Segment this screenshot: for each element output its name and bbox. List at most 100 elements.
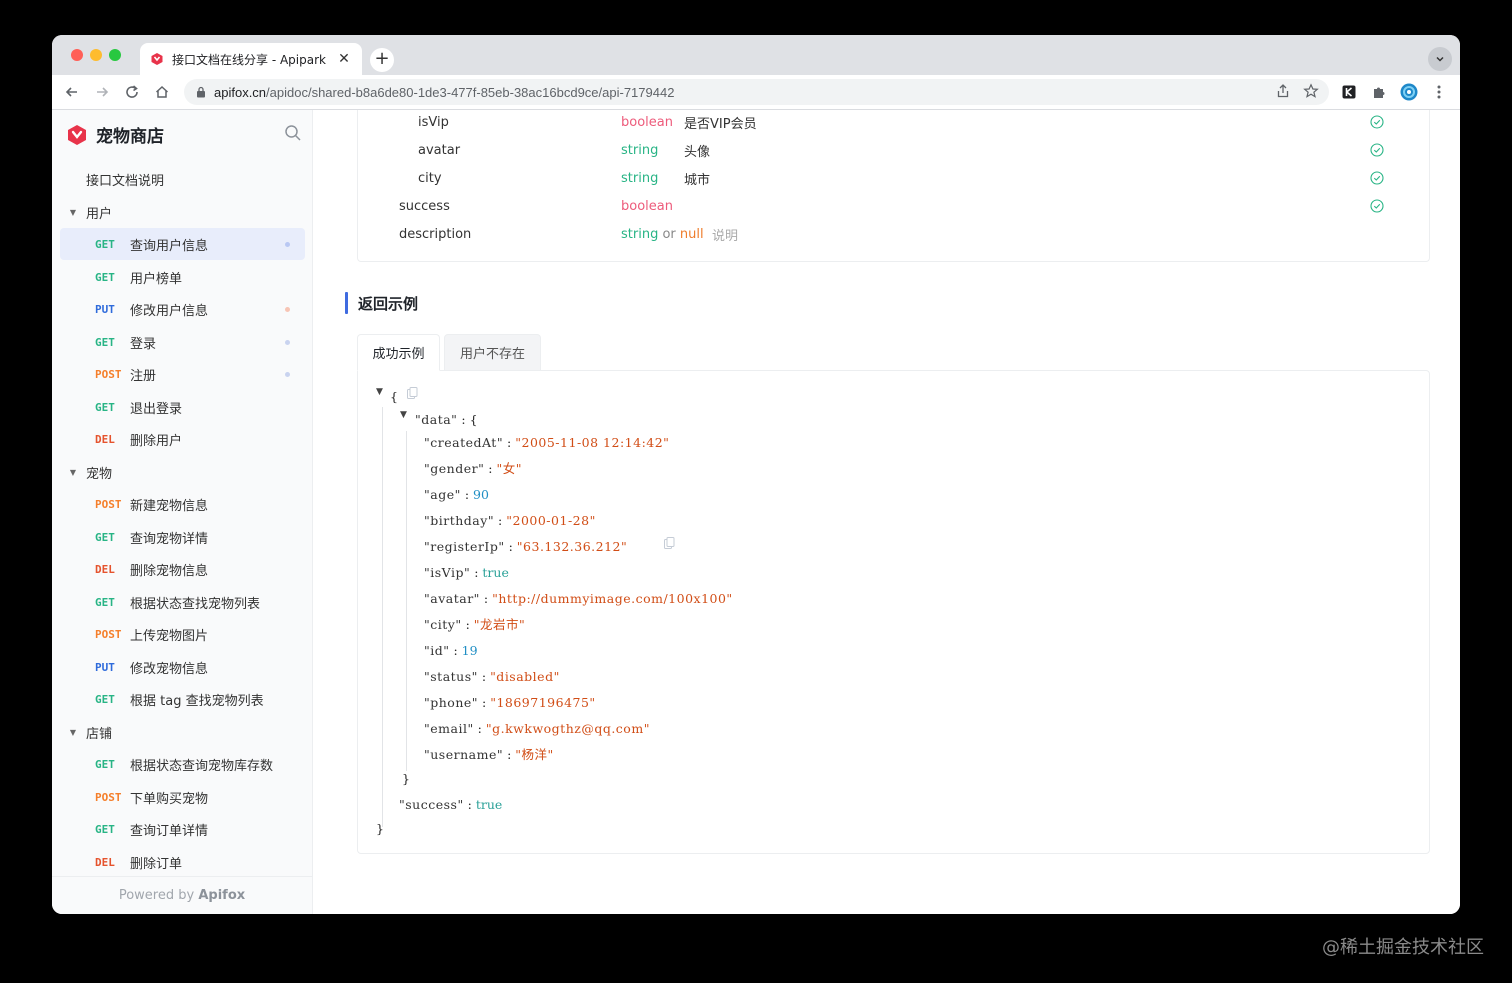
json-value: true (475, 797, 503, 812)
sidebar-item[interactable]: POST 上传宠物图片 (60, 618, 305, 650)
sidebar-item[interactable]: GET 退出登录 (60, 391, 305, 423)
method-badge: DEL (95, 562, 115, 576)
arrow-left-icon (65, 87, 77, 97)
tab-title: 接口文档在线分享 - Apipark (172, 52, 326, 67)
sidebar-doc-link[interactable]: 接口文档说明 (86, 165, 164, 193)
json-line: "email" : "g.kwkwogthz@qq.com" (424, 721, 650, 736)
project-brand[interactable]: 宠物商店 (66, 122, 164, 147)
sidebar-item[interactable]: GET 根据状态查询宠物库存数 (60, 748, 305, 780)
item-label: 查询订单详情 (130, 823, 209, 839)
json-line: "age" : 90 (424, 487, 489, 502)
indent-guide (382, 407, 383, 827)
close-window-button[interactable] (71, 49, 83, 61)
reload-button[interactable] (122, 82, 142, 102)
apifox-logo-icon (68, 124, 86, 145)
extension-button[interactable] (1340, 83, 1358, 101)
method-badge: DEL (95, 432, 115, 446)
copy-icon[interactable] (664, 537, 675, 549)
type-null: null (679, 226, 704, 242)
sidebar-item[interactable]: DEL 删除宠物信息 (60, 553, 305, 585)
extensions-menu-button[interactable] (1370, 83, 1388, 101)
json-line-data: "data" : { (415, 412, 478, 427)
maximize-window-button[interactable] (109, 49, 121, 61)
item-label: 查询用户信息 (130, 238, 209, 254)
sidebar-item[interactable]: DEL 删除用户 (60, 423, 305, 455)
json-value: "杨洋" (515, 747, 554, 762)
kebab-menu-icon (1437, 85, 1441, 99)
method-badge: GET (95, 822, 115, 836)
caret-down-icon: ▼ (69, 207, 77, 217)
sidebar-item[interactable]: POST 新建宠物信息 (60, 488, 305, 520)
response-example-heading: 返回示例 (345, 292, 418, 314)
sidebar-item[interactable]: GET 根据状态查找宠物列表 (60, 586, 305, 618)
item-label: 新建宠物信息 (130, 498, 209, 514)
sidebar-item[interactable]: PUT 修改宠物信息 (60, 651, 305, 683)
response-schema-table: isVip boolean 是否VIP会员 avatar string 头像 c… (357, 110, 1430, 262)
lock-icon (197, 86, 205, 98)
item-label: 根据 tag 查找宠物列表 (130, 693, 264, 709)
collapse-caret-icon[interactable]: ▼ (376, 387, 383, 397)
watermark: @稀土掘金技术社区 (1322, 937, 1484, 958)
search-icon[interactable] (284, 124, 302, 142)
sidebar-group-user[interactable]: ▼ 用户 (60, 198, 112, 226)
tab-success-example[interactable]: 成功示例 (357, 334, 440, 371)
method-badge: DEL (95, 855, 115, 869)
url-path: /apidoc/shared-b8a6de80-1de3-477f-85eb-3… (266, 84, 675, 100)
sidebar: 宠物商店 接口文档说明 ▼ 用户 GET 查询用户信息 GET 用户榜单 PUT 修改… (52, 110, 313, 914)
collapse-caret-icon[interactable]: ▼ (400, 410, 407, 420)
type-string: string (621, 226, 659, 242)
json-value: "女" (496, 461, 522, 476)
json-value: true (482, 565, 509, 580)
json-key: "avatar" (424, 591, 480, 606)
required-check-icon (1370, 171, 1384, 185)
json-value: "2000-01-28" (506, 513, 596, 528)
json-open-brace: { (390, 389, 398, 404)
tab-search-button[interactable] (1428, 47, 1452, 71)
copy-icon[interactable] (407, 387, 418, 399)
sidebar-item[interactable]: GET 用户榜单 (60, 261, 305, 293)
tab-user-not-found[interactable]: 用户不存在 (444, 334, 541, 371)
sidebar-group-store[interactable]: ▼ 店铺 (60, 718, 112, 746)
item-label: 修改宠物信息 (130, 661, 209, 677)
group-label: 宠物 (86, 466, 113, 482)
json-key: "email" (424, 721, 474, 736)
sidebar-item[interactable]: DEL 删除订单 (60, 846, 305, 878)
sidebar-item[interactable]: PUT 修改用户信息 (60, 293, 305, 325)
method-badge: GET (95, 530, 115, 544)
profile-button[interactable] (1400, 83, 1418, 101)
json-line: "status" : "disabled" (424, 669, 560, 684)
powered-by-footer[interactable]: Powered by Apifox (52, 876, 312, 914)
field-description: 头像 (684, 144, 711, 160)
back-button[interactable] (62, 82, 82, 102)
sidebar-item[interactable]: POST 下单购买宠物 (60, 781, 305, 813)
address-bar[interactable]: apifox.cn/apidoc/shared-b8a6de80-1de3-47… (184, 79, 1329, 105)
sidebar-item[interactable]: GET 查询订单详情 (60, 813, 305, 845)
field-type: string (621, 170, 659, 186)
browser-menu-button[interactable] (1430, 83, 1448, 101)
sidebar-item[interactable]: GET 根据 tag 查找宠物列表 (60, 683, 305, 715)
sidebar-group-pet[interactable]: ▼ 宠物 (60, 458, 112, 486)
caret-down-icon: ▼ (69, 727, 77, 737)
sidebar-item[interactable]: GET 查询用户信息 (60, 228, 305, 260)
bookmark-star-icon[interactable] (1303, 83, 1319, 99)
required-check-icon (1370, 143, 1384, 157)
json-value: 90 (473, 487, 489, 502)
minimize-window-button[interactable] (90, 49, 102, 61)
item-label: 注册 (130, 368, 157, 384)
puzzle-icon (1374, 87, 1385, 98)
status-dot (285, 339, 290, 345)
tab-close-icon[interactable]: ✕ (336, 51, 352, 67)
sidebar-item[interactable]: GET 登录 (60, 326, 305, 358)
tab-strip: 接口文档在线分享 - Apipark ✕ + (52, 35, 1460, 75)
new-tab-button[interactable]: + (370, 48, 394, 72)
sidebar-item[interactable]: GET 查询宠物详情 (60, 521, 305, 553)
share-icon[interactable] (1275, 83, 1291, 99)
json-line: "isVip" : true (424, 565, 509, 580)
browser-tab[interactable]: 接口文档在线分享 - Apipark ✕ (140, 43, 362, 75)
home-icon (155, 85, 169, 98)
home-button[interactable] (152, 82, 172, 102)
json-key: "id" (424, 643, 450, 658)
sidebar-item[interactable]: POST 注册 (60, 358, 305, 390)
forward-button[interactable] (92, 82, 112, 102)
item-label: 根据状态查找宠物列表 (130, 596, 261, 612)
